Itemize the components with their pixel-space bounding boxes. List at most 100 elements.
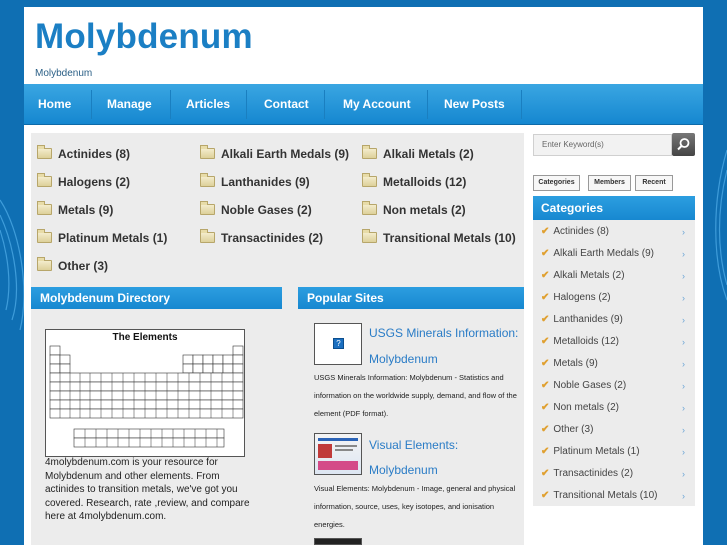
- sidebar-item[interactable]: ✔ Transactinides (2) ›: [541, 465, 691, 483]
- check-icon: ✔: [541, 336, 550, 347]
- sidebar-item[interactable]: ✔ Lanthanides (9) ›: [541, 311, 691, 329]
- folder-icon: [37, 145, 52, 159]
- folder-icon: [37, 201, 52, 215]
- nav-divider: [521, 90, 522, 119]
- sidebar-item[interactable]: ✔ Transitional Metals (10) ›: [541, 487, 691, 505]
- nav-new-posts[interactable]: New Posts: [444, 84, 505, 125]
- sidebar-item[interactable]: ✔ Noble Gases (2) ›: [541, 377, 691, 395]
- chevron-right-icon: ›: [682, 425, 685, 435]
- check-icon: ✔: [541, 424, 550, 435]
- search-icon: [677, 138, 690, 151]
- nav-divider: [170, 90, 171, 119]
- sidebar-item[interactable]: ✔ Halogens (2) ›: [541, 289, 691, 307]
- folder-icon: [362, 201, 377, 215]
- nav-home[interactable]: Home: [38, 84, 71, 125]
- visual-elements-description: Visual Elements: Molybdenum - Image, gen…: [314, 484, 516, 529]
- main-content: Actinides (8) Alkali Earth Medals (9) Al…: [31, 133, 524, 545]
- category-link[interactable]: Transitional Metals (10): [362, 229, 516, 247]
- folder-icon: [200, 229, 215, 243]
- chevron-right-icon: ›: [682, 249, 685, 259]
- chevron-right-icon: ›: [682, 491, 685, 501]
- sidebar-item[interactable]: ✔ Metalloids (12) ›: [541, 333, 691, 351]
- category-link[interactable]: Alkali Earth Medals (9): [200, 145, 349, 163]
- category-link[interactable]: Platinum Metals (1): [37, 229, 167, 247]
- category-link[interactable]: Metals (9): [37, 201, 113, 219]
- page-container: Molybdenum Molybdenum Home Manage Articl…: [24, 7, 703, 545]
- broken-image-icon: ?: [333, 338, 344, 349]
- category-link[interactable]: Noble Gases (2): [200, 201, 312, 219]
- usgs-link-line2[interactable]: Molybdenum: [369, 347, 438, 371]
- category-link[interactable]: Lanthanides (9): [200, 173, 310, 191]
- usgs-link-line1[interactable]: USGS Minerals Information:: [369, 321, 518, 345]
- nav-contact[interactable]: Contact: [264, 84, 309, 125]
- sidebar: Enter Keyword(s) Categories Members Rece…: [533, 132, 695, 506]
- folder-icon: [200, 201, 215, 215]
- sidebar-item[interactable]: ✔ Alkali Earth Medals (9) ›: [541, 245, 691, 263]
- check-icon: ✔: [541, 270, 550, 281]
- nav-manage[interactable]: Manage: [107, 84, 152, 125]
- check-icon: ✔: [541, 248, 550, 259]
- image-title: The Elements: [112, 332, 178, 343]
- check-icon: ✔: [541, 402, 550, 413]
- chevron-right-icon: ›: [682, 227, 685, 237]
- popular-sites-heading: Popular Sites: [298, 287, 524, 309]
- category-link[interactable]: Non metals (2): [362, 201, 466, 219]
- chevron-right-icon: ›: [682, 469, 685, 479]
- tab-recent[interactable]: Recent: [635, 175, 673, 191]
- chevron-right-icon: ›: [682, 271, 685, 281]
- folder-icon: [200, 173, 215, 187]
- third-site-thumbnail[interactable]: [314, 538, 362, 545]
- chevron-right-icon: ›: [682, 293, 685, 303]
- nav-articles[interactable]: Articles: [186, 84, 230, 125]
- sidebar-item[interactable]: ✔ Actinides (8) ›: [541, 223, 691, 241]
- visual-elements-thumbnail[interactable]: [314, 433, 362, 475]
- folder-icon: [362, 173, 377, 187]
- folder-icon: [362, 229, 377, 243]
- check-icon: ✔: [541, 292, 550, 303]
- nav-divider: [91, 90, 92, 119]
- check-icon: ✔: [541, 226, 550, 237]
- sidebar-item[interactable]: ✔ Other (3) ›: [541, 421, 691, 439]
- directory-heading: Molybdenum Directory: [31, 287, 282, 309]
- site-title[interactable]: Molybdenum: [35, 17, 253, 57]
- check-icon: ✔: [541, 358, 550, 369]
- check-icon: ✔: [541, 314, 550, 325]
- usgs-thumbnail[interactable]: ?: [314, 323, 362, 365]
- directory-description: 4molybdenum.com is your resource for Mol…: [45, 457, 250, 522]
- category-link[interactable]: Halogens (2): [37, 173, 130, 191]
- folder-icon: [37, 257, 52, 271]
- sidebar-item[interactable]: ✔ Alkali Metals (2) ›: [541, 267, 691, 285]
- folder-icon: [200, 145, 215, 159]
- search-input[interactable]: Enter Keyword(s): [533, 134, 672, 156]
- chevron-right-icon: ›: [682, 381, 685, 391]
- tab-members[interactable]: Members: [588, 175, 631, 191]
- chevron-right-icon: ›: [682, 337, 685, 347]
- tab-categories[interactable]: Categories: [533, 175, 580, 191]
- nav-my-account[interactable]: My Account: [343, 84, 411, 125]
- visual-elements-link-line2[interactable]: Molybdenum: [369, 458, 438, 482]
- folder-icon: [362, 145, 377, 159]
- check-icon: ✔: [541, 468, 550, 479]
- category-link[interactable]: Transactinides (2): [200, 229, 323, 247]
- periodic-table-image[interactable]: The Elements: [45, 329, 245, 457]
- chevron-right-icon: ›: [682, 447, 685, 457]
- category-link[interactable]: Alkali Metals (2): [362, 145, 474, 163]
- visual-elements-link-line1[interactable]: Visual Elements:: [369, 433, 458, 457]
- sidebar-item[interactable]: ✔ Metals (9) ›: [541, 355, 691, 373]
- site-tagline: Molybdenum: [35, 68, 93, 79]
- check-icon: ✔: [541, 490, 550, 501]
- chevron-right-icon: ›: [682, 315, 685, 325]
- check-icon: ✔: [541, 446, 550, 457]
- category-link[interactable]: Metalloids (12): [362, 173, 466, 191]
- sidebar-item[interactable]: ✔ Non metals (2) ›: [541, 399, 691, 417]
- category-link[interactable]: Other (3): [37, 257, 108, 275]
- folder-icon: [37, 229, 52, 243]
- sidebar-item[interactable]: ✔ Platinum Metals (1) ›: [541, 443, 691, 461]
- nav-divider: [324, 90, 325, 119]
- chevron-right-icon: ›: [682, 403, 685, 413]
- category-link[interactable]: Actinides (8): [37, 145, 130, 163]
- search-button[interactable]: [672, 133, 695, 156]
- nav-divider: [427, 90, 428, 119]
- chevron-right-icon: ›: [682, 359, 685, 369]
- folder-icon: [37, 173, 52, 187]
